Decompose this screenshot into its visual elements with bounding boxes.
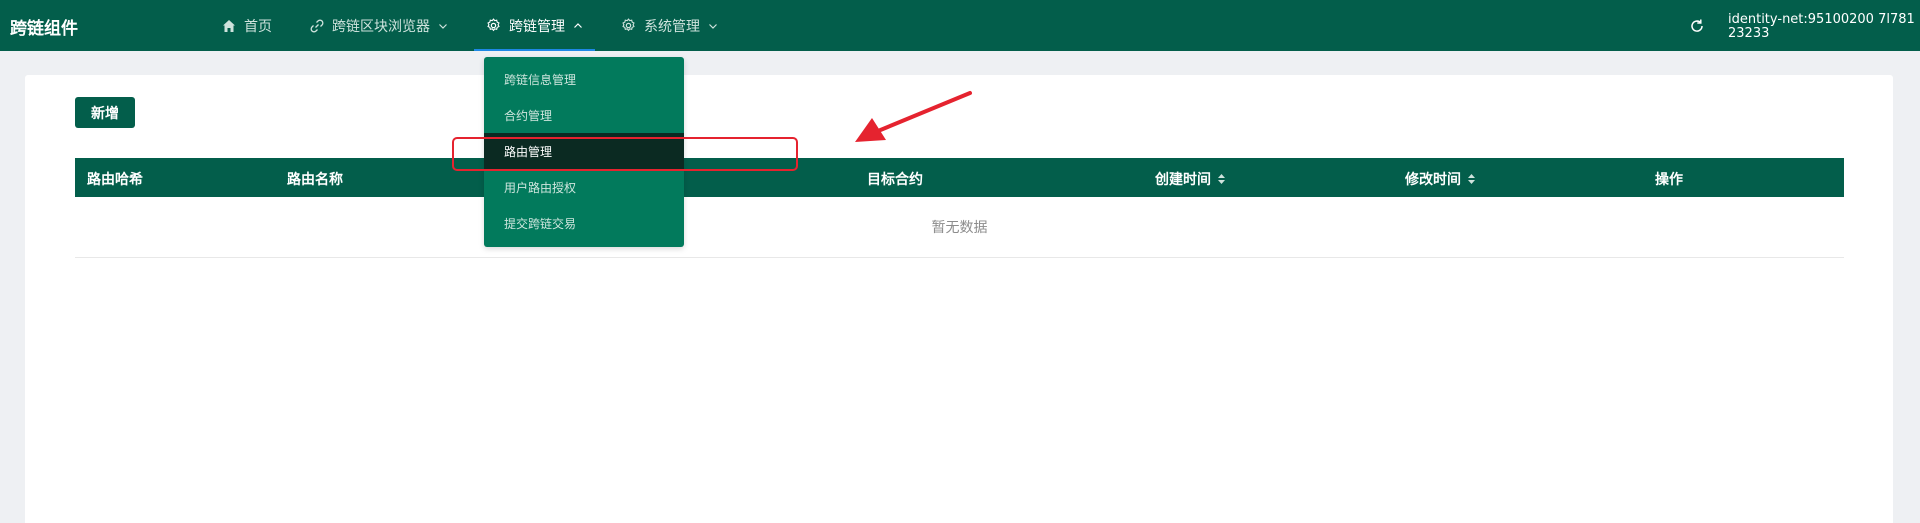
- nav-label-crosschain-mgmt: 跨链管理: [509, 18, 565, 35]
- nav-item-crosschain-mgmt[interactable]: 跨链管理: [474, 0, 595, 51]
- column-created-time-label: 创建时间: [1155, 172, 1211, 188]
- empty-text: 暂无数据: [931, 220, 988, 236]
- gear-icon: [622, 18, 635, 32]
- annotation-arrow-icon: [855, 91, 972, 142]
- column-target-contract: 目标合约: [867, 172, 923, 188]
- empty-state: 暂无数据: [75, 197, 1844, 258]
- brand-title: 跨链组件: [10, 19, 78, 39]
- chevron-up-icon: [574, 22, 582, 28]
- sort-icon[interactable]: [1467, 173, 1476, 185]
- nav-item-system-mgmt[interactable]: 系统管理: [609, 0, 730, 51]
- main-nav: 首页 跨链区块浏览器 跨链管理 系统管理: [210, 0, 744, 51]
- home-icon: [223, 19, 235, 32]
- menu-item-crosschain-info[interactable]: 跨链信息管理: [484, 61, 684, 97]
- nav-label-system-mgmt: 系统管理: [644, 18, 700, 35]
- annotation-highlight-box: [452, 137, 798, 171]
- sort-icon[interactable]: [1217, 173, 1226, 185]
- menu-item-submit-tx[interactable]: 提交跨链交易: [484, 205, 684, 241]
- identity-label: identity-net:95100200 7l78123233: [1728, 12, 1915, 41]
- add-button[interactable]: 新增: [75, 97, 135, 128]
- column-modified-time-label: 修改时间: [1405, 172, 1461, 188]
- nav-label-home: 首页: [244, 18, 272, 35]
- column-actions: 操作: [1655, 172, 1683, 188]
- chevron-down-icon: [709, 23, 717, 29]
- table-header: 路由哈希 路由名称 目标合约 创建时间 修改时间 操作: [75, 158, 1844, 197]
- refresh-icon[interactable]: [1688, 17, 1706, 35]
- menu-item-user-route-auth[interactable]: 用户路由授权: [484, 169, 684, 205]
- top-navbar: 跨链组件 首页 跨链区块浏览器 跨链管理 系统管理 identity-net:9…: [0, 0, 1920, 51]
- link-icon: [310, 19, 324, 32]
- route-table: 路由哈希 路由名称 目标合约 创建时间 修改时间 操作 暂无数据: [75, 158, 1844, 258]
- nav-item-explorer[interactable]: 跨链区块浏览器: [298, 0, 460, 51]
- column-route-hash: 路由哈希: [87, 172, 143, 188]
- menu-item-contract-mgmt[interactable]: 合约管理: [484, 97, 684, 133]
- column-modified-time: 修改时间: [1405, 169, 1476, 189]
- nav-item-home[interactable]: 首页: [210, 0, 284, 51]
- gear-icon: [487, 18, 500, 32]
- column-created-time: 创建时间: [1155, 169, 1226, 189]
- column-route-name: 路由名称: [287, 172, 343, 188]
- nav-label-explorer: 跨链区块浏览器: [332, 18, 430, 35]
- chevron-down-icon: [439, 23, 447, 29]
